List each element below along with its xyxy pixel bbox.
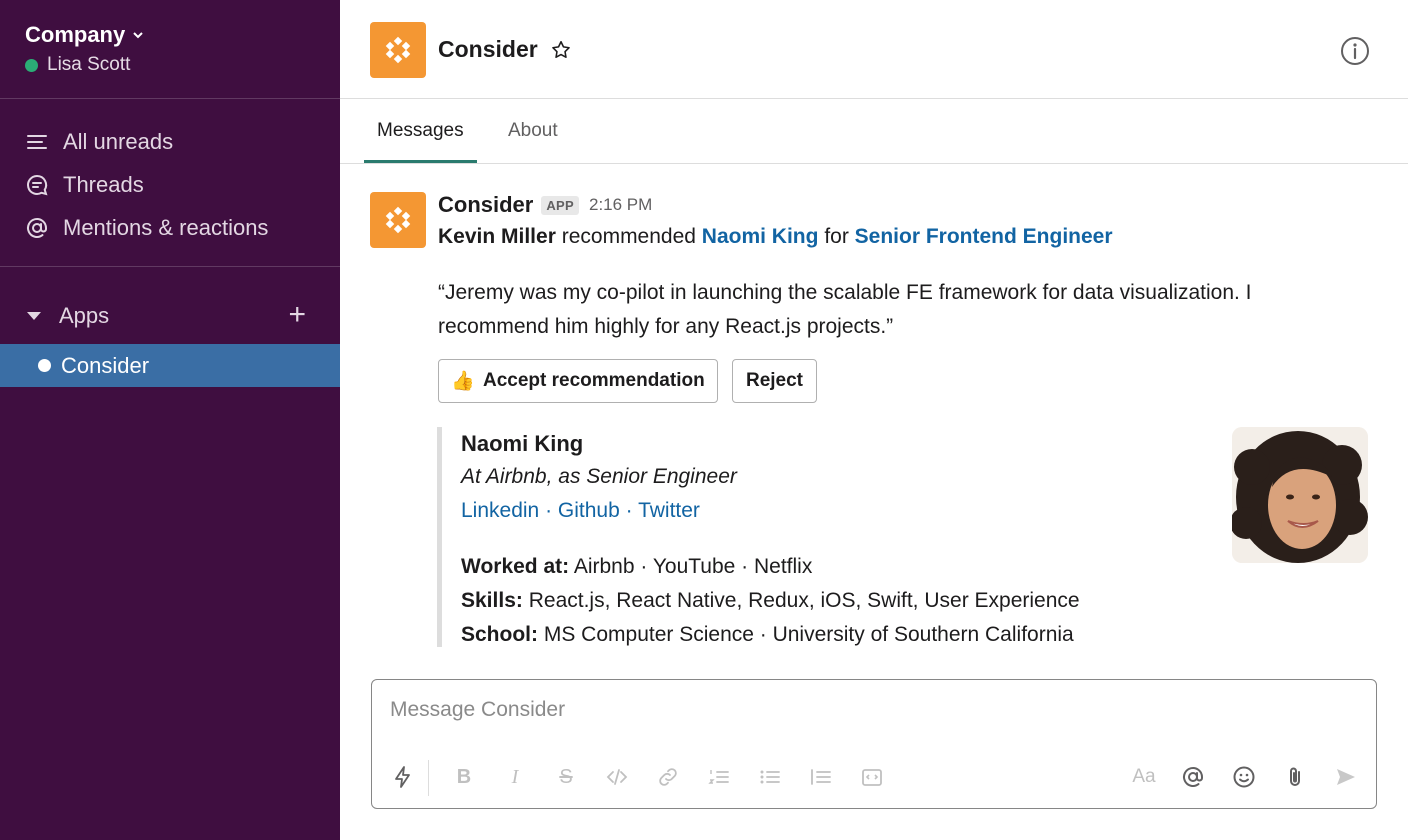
skills-row: Skills: React.js, React Native, Redux, i… [461, 589, 1080, 613]
accept-recommendation-button[interactable]: 👍 Accept recommendation [438, 359, 718, 403]
add-app-button[interactable]: + [288, 300, 306, 330]
message-text: Kevin Miller recommended Naomi King for … [438, 225, 1113, 249]
link-icon[interactable] [655, 764, 681, 790]
sidebar-item-all-unreads[interactable]: All unreads [0, 120, 340, 163]
format-text-icon[interactable]: Aa [1129, 764, 1159, 790]
worked-at-row: Worked at: Airbnb · YouTube · Netflix [461, 555, 812, 579]
unreads-icon [27, 134, 47, 149]
candidate-name: Naomi King [461, 431, 584, 456]
sidebar-item-threads[interactable]: Threads [0, 163, 340, 206]
blockquote-icon[interactable] [808, 764, 834, 790]
candidate-link[interactable]: Naomi King [702, 225, 819, 248]
threads-icon [27, 174, 48, 195]
school-label: School: [461, 623, 538, 646]
channel-header: Consider [340, 0, 1408, 99]
app-badge: APP [541, 195, 579, 215]
twitter-link[interactable]: Twitter [638, 499, 700, 522]
sender-avatar[interactable] [370, 192, 426, 248]
channel-tabs: Messages About [340, 100, 1408, 164]
sidebar-nav: All unreads Threads Mentions & reactions [0, 120, 340, 249]
chevron-down-icon [133, 32, 143, 39]
at-icon [27, 217, 47, 238]
message-meta: Consider APP 2:16 PM [438, 192, 652, 218]
attach-paperclip-icon[interactable] [1282, 764, 1308, 790]
button-label: Accept recommendation [482, 370, 705, 391]
skills-value: React.js, React Native, Redux, iOS, Swif… [528, 589, 1080, 612]
worked-at-label: Worked at: [461, 555, 570, 578]
presence-dot [25, 58, 38, 72]
candidate-portrait [1232, 427, 1368, 563]
for-text: for [824, 225, 849, 248]
worked-at-value: Airbnb · YouTube · Netflix [573, 555, 813, 578]
role-link[interactable]: Senior Frontend Engineer [855, 225, 1113, 248]
message-input[interactable] [390, 698, 1290, 722]
info-icon[interactable] [1340, 36, 1370, 66]
bulleted-list-icon[interactable] [757, 764, 783, 790]
sidebar-item-label: Consider [61, 352, 150, 378]
workspace-name: Company [25, 22, 126, 47]
toolbar-separator [428, 760, 429, 796]
sidebar-item-mentions[interactable]: Mentions & reactions [0, 206, 340, 249]
channel-name: Consider [438, 36, 538, 62]
italic-icon[interactable]: I [502, 764, 528, 790]
message-time[interactable]: 2:16 PM [589, 195, 652, 215]
sidebar-item-label: All unreads [63, 128, 174, 154]
active-tab-indicator [364, 160, 477, 163]
current-user: Lisa Scott [25, 54, 325, 76]
shortcuts-bolt-icon[interactable] [390, 764, 416, 790]
sidebar-item-consider[interactable]: Consider [0, 344, 340, 387]
school-value: MS Computer Science · University of Sout… [543, 623, 1074, 646]
link-separator: · [539, 499, 558, 522]
message-composer: B I S Aa [371, 679, 1377, 809]
consider-logo-icon [385, 206, 411, 234]
verb-text: recommended [561, 225, 696, 248]
linkedin-link[interactable]: Linkedin [461, 499, 539, 522]
recommendation-quote: “Jeremy was my co-pilot in launching the… [438, 276, 1338, 344]
candidate-photo [1232, 427, 1368, 563]
skills-label: Skills: [461, 589, 523, 612]
emoji-icon[interactable] [1231, 764, 1257, 790]
channel-title: Consider [438, 36, 572, 63]
tab-about[interactable]: About [508, 120, 558, 142]
quote-line: recommend him highly for any React.js pr… [438, 315, 894, 338]
workspace-name-row[interactable]: Company [25, 22, 325, 48]
sender-name[interactable]: Consider [438, 192, 533, 218]
sidebar-divider [0, 266, 340, 267]
caret-down-icon [27, 312, 41, 320]
profile-links: Linkedin · Github · Twitter [461, 499, 700, 523]
workspace-header[interactable]: Company Lisa Scott [25, 22, 325, 76]
thumbs-up-icon: 👍 [451, 371, 475, 392]
current-user-name: Lisa Scott [47, 54, 131, 75]
presence-dot [38, 359, 51, 372]
school-row: School: MS Computer Science · University… [461, 623, 1074, 647]
recommender-name: Kevin Miller [438, 225, 556, 248]
github-link[interactable]: Github [558, 499, 620, 522]
apps-section-label: Apps [59, 303, 110, 328]
candidate-position: At Airbnb, as Senior Engineer [461, 465, 737, 488]
quote-line: “Jeremy was my co-pilot in launching the… [438, 281, 1252, 304]
bold-icon[interactable]: B [451, 764, 477, 790]
sidebar: Company Lisa Scott All unreads Threads M… [0, 0, 340, 840]
link-separator: · [619, 499, 639, 522]
send-icon[interactable] [1333, 764, 1359, 790]
sidebar-divider [0, 98, 340, 99]
tab-messages[interactable]: Messages [377, 120, 464, 142]
code-block-icon[interactable] [859, 764, 885, 790]
strikethrough-icon[interactable]: S [553, 764, 579, 790]
ordered-list-icon[interactable] [706, 764, 732, 790]
apps-section-header[interactable]: Apps + [0, 295, 340, 337]
star-icon[interactable] [550, 39, 572, 61]
candidate-attachment: Naomi King At Airbnb, as Senior Engineer… [437, 427, 1368, 647]
mention-icon[interactable] [1180, 764, 1206, 790]
consider-logo [370, 22, 426, 78]
sidebar-item-label: Threads [63, 171, 144, 197]
code-icon[interactable] [604, 764, 630, 790]
reject-button[interactable]: Reject [732, 359, 817, 403]
sidebar-item-label: Mentions & reactions [63, 214, 269, 240]
consider-logo-icon [385, 36, 411, 64]
main-pane: Consider Messages About Consider APP 2:1… [340, 0, 1408, 840]
